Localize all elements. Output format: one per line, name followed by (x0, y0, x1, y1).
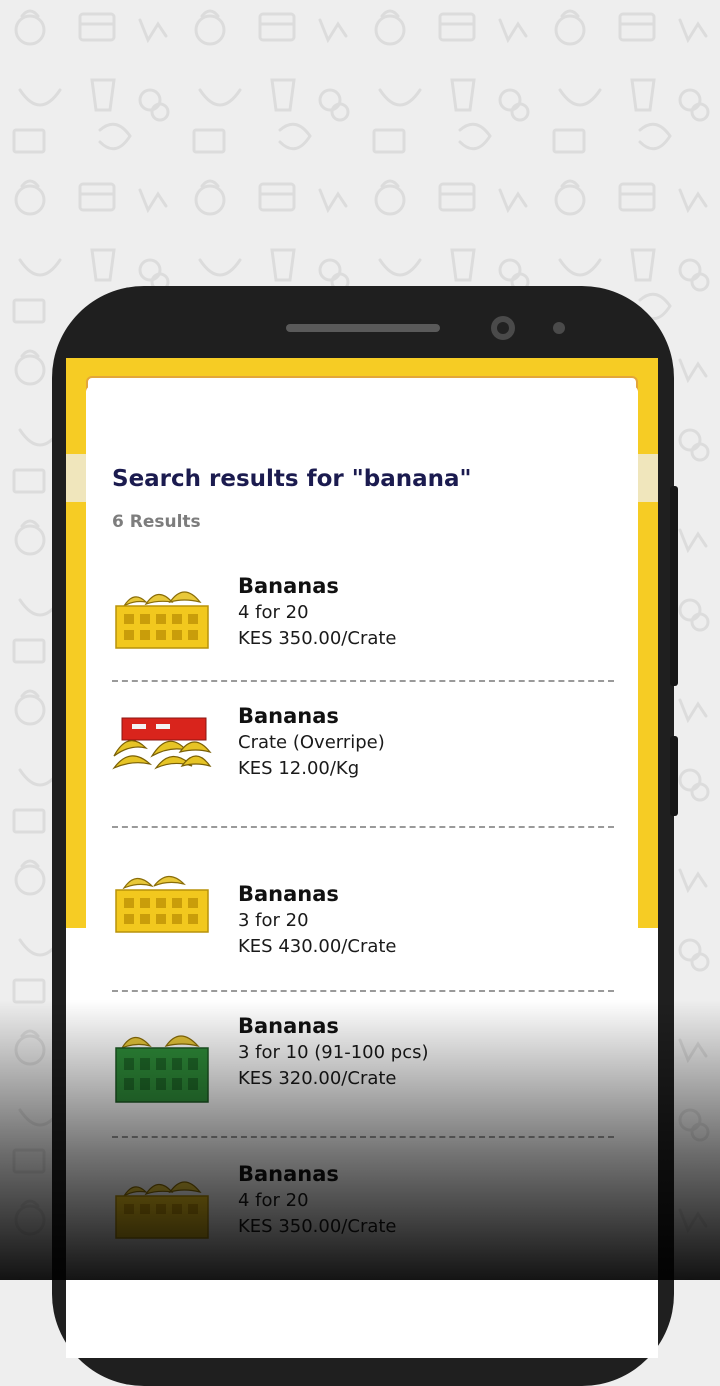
product-details: Bananas Crate (Overripe) KES 12.00/Kg (238, 702, 385, 782)
product-details: Bananas 4 for 20 KES 350.00/Crate (238, 1160, 397, 1240)
item-divider (112, 826, 614, 828)
product-price: KES 350.00/Crate (238, 1216, 397, 1237)
product-image-crate-red (112, 717, 212, 770)
product-image-crate-yellow (115, 875, 209, 933)
item-divider (112, 680, 614, 682)
item-divider (112, 1136, 614, 1138)
product-name: Bananas (238, 574, 339, 598)
item-divider (112, 990, 614, 992)
product-details: Bananas 3 for 20 KES 430.00/Crate (238, 880, 397, 960)
product-variant: 4 for 20 (238, 602, 309, 623)
product-item[interactable]: Bananas Crate (Overripe) KES 12.00/Kg (112, 702, 612, 812)
results-title: Search results for "banana" (112, 466, 472, 492)
phone-side-button-volume (670, 486, 678, 686)
phone-side-button-power (670, 736, 678, 816)
results-count: 6 Results (112, 512, 201, 532)
product-details: Bananas 4 for 20 KES 350.00/Crate (238, 572, 397, 652)
product-image-crate-yellow (115, 1181, 209, 1239)
phone-sensor (553, 322, 565, 334)
product-item[interactable]: Bananas 4 for 20 KES 350.00/Crate (112, 572, 612, 682)
product-details: Bananas 3 for 10 (91-100 pcs) KES 320.00… (238, 1012, 429, 1092)
product-price: KES 350.00/Crate (238, 628, 397, 649)
app-screen: Search results for "banana" 6 Results (66, 358, 658, 1358)
product-variant: 3 for 20 (238, 910, 309, 931)
product-name: Bananas (238, 704, 339, 728)
product-name: Bananas (238, 1014, 339, 1038)
phone-camera (491, 316, 515, 340)
product-image-crate-green (115, 1035, 209, 1103)
phone-speaker (286, 324, 440, 332)
product-variant: 3 for 10 (91-100 pcs) (238, 1042, 429, 1063)
product-item[interactable]: Bananas 4 for 20 KES 350.00/Crate (112, 1160, 612, 1270)
product-price: KES 430.00/Crate (238, 936, 397, 957)
product-price: KES 320.00/Crate (238, 1068, 397, 1089)
product-item[interactable]: Bananas 3 for 20 KES 430.00/Crate (112, 875, 612, 990)
product-variant: Crate (Overripe) (238, 732, 385, 753)
product-image-crate-yellow (115, 591, 209, 649)
product-name: Bananas (238, 1162, 339, 1186)
results-panel: Search results for "banana" 6 Results Ba… (86, 386, 638, 1358)
phone-frame: Search results for "banana" 6 Results (52, 286, 678, 1386)
product-price: KES 12.00/Kg (238, 758, 360, 779)
product-item[interactable]: Bananas 3 for 10 (91-100 pcs) KES 320.00… (112, 1012, 612, 1122)
product-variant: 4 for 20 (238, 1190, 309, 1211)
product-name: Bananas (238, 882, 339, 906)
